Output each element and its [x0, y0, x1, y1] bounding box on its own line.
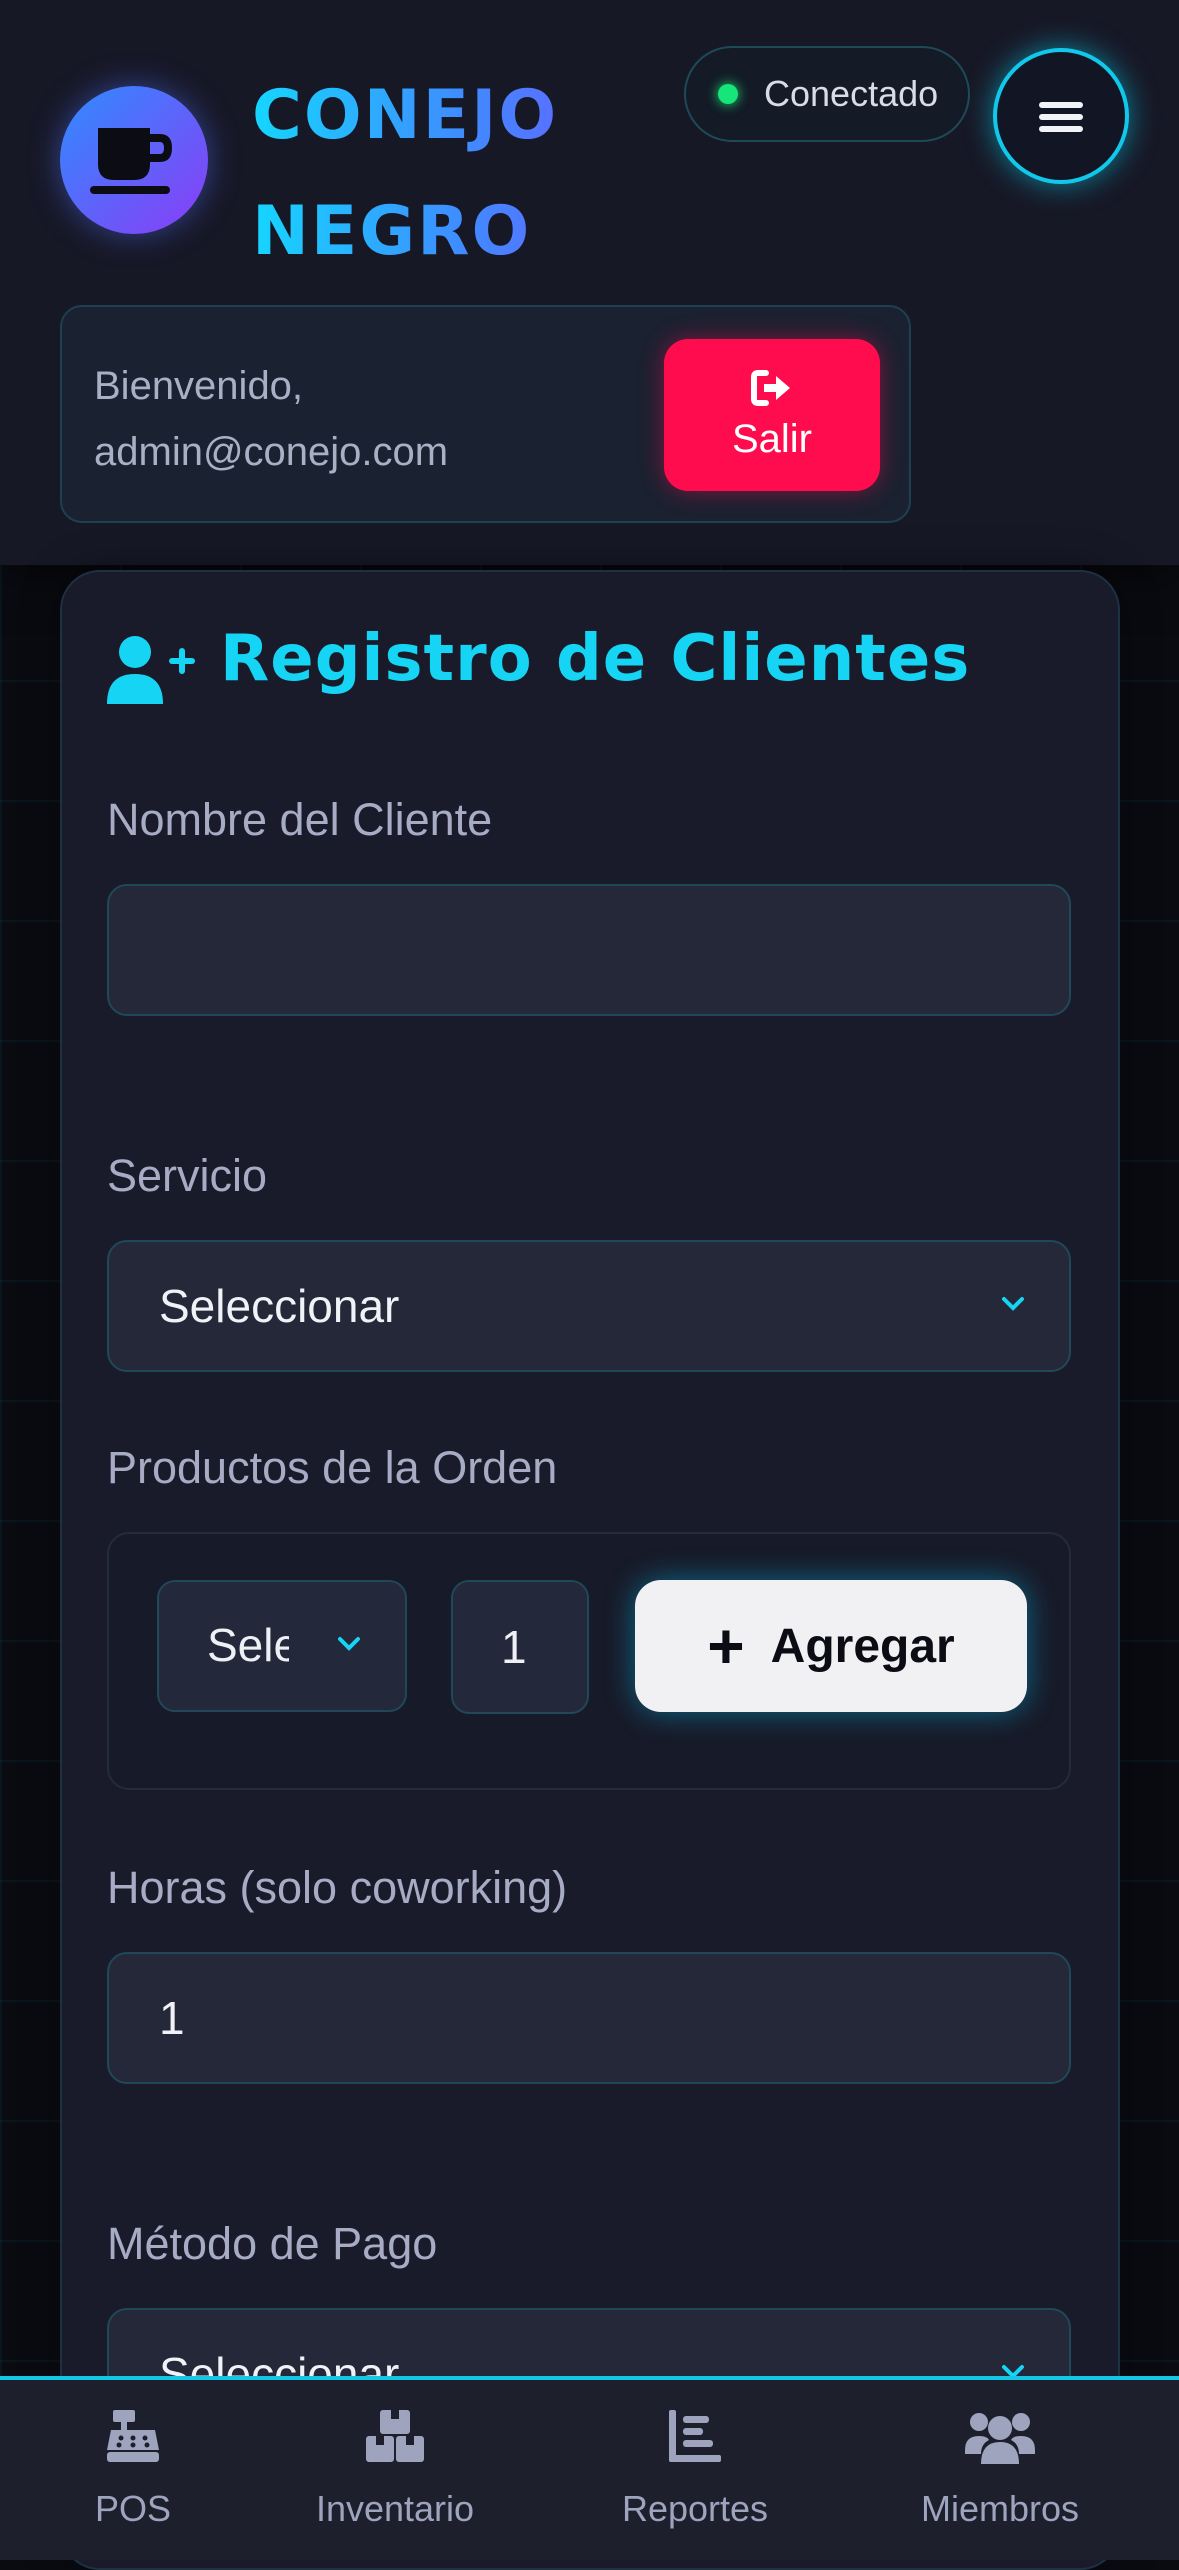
- nav-label-miembros: Miembros: [920, 2488, 1080, 2529]
- add-button-label: Agregar: [770, 1619, 955, 1673]
- service-label: Servicio: [107, 1150, 268, 1201]
- quantity-input[interactable]: 1: [451, 1580, 589, 1714]
- client-name-input[interactable]: [107, 884, 1071, 1016]
- plus-icon: +: [707, 1610, 745, 1682]
- payment-method-label: Método de Pago: [107, 2218, 438, 2269]
- user-plus-icon: [107, 636, 195, 704]
- nav-label-inventario: Inventario: [315, 2488, 475, 2529]
- status-dot-icon: [718, 84, 738, 104]
- chevron-down-icon: [338, 1637, 360, 1651]
- form-title: Registro de Clientes: [220, 622, 971, 696]
- app-header: CONEJO NEGRO Conectado Bienvenido, admin…: [0, 0, 1179, 565]
- cash-register-icon: [107, 2410, 159, 2462]
- bar-chart-icon: [669, 2410, 721, 2462]
- brand-line-2: NEGRO: [252, 192, 532, 271]
- nav-label-reportes: Reportes: [621, 2488, 769, 2529]
- welcome-user-email: admin@conejo.com: [94, 430, 449, 474]
- chevron-down-icon: [1002, 1297, 1024, 1311]
- nav-item-miembros[interactable]: Miembros: [880, 2380, 1120, 2560]
- hours-label: Horas (solo coworking): [107, 1862, 568, 1913]
- welcome-text: Bienvenido, admin@conejo.com: [94, 353, 448, 485]
- logout-label: Salir: [731, 417, 813, 461]
- nav-item-pos[interactable]: POS: [20, 2380, 246, 2560]
- product-select[interactable]: Sele: [157, 1580, 407, 1712]
- product-select-value: Sele: [207, 1619, 289, 1671]
- logout-button[interactable]: Salir: [664, 339, 880, 491]
- connection-status-badge: Conectado: [684, 46, 970, 142]
- menu-button[interactable]: [993, 48, 1129, 184]
- client-registration-card: Registro de Clientes Nombre del Cliente …: [60, 570, 1120, 2570]
- products-label: Productos de la Orden: [107, 1442, 558, 1493]
- sign-out-icon: [751, 370, 790, 406]
- brand-line-1: CONEJO: [252, 76, 559, 155]
- boxes-icon: [366, 2410, 424, 2462]
- welcome-greeting: Bienvenido,: [94, 364, 304, 408]
- service-select-value: Seleccionar: [159, 1280, 400, 1332]
- service-select[interactable]: Seleccionar: [107, 1240, 1071, 1372]
- nav-item-inventario[interactable]: Inventario: [280, 2380, 510, 2560]
- nav-item-reportes[interactable]: Reportes: [580, 2380, 810, 2560]
- client-name-label: Nombre del Cliente: [107, 794, 493, 845]
- connection-status-label: Conectado: [764, 73, 939, 114]
- products-order-box: Sele 1 + Agregar: [107, 1532, 1071, 1790]
- coffee-cup-icon: [60, 86, 208, 234]
- welcome-card: Bienvenido, admin@conejo.com Salir: [60, 305, 911, 523]
- hours-input[interactable]: 1: [107, 1952, 1071, 2084]
- nav-label-pos: POS: [94, 2488, 172, 2529]
- users-icon: [965, 2413, 1035, 2464]
- add-product-button[interactable]: + Agregar: [635, 1580, 1027, 1712]
- bottom-navigation: POS Inventario Reportes Miembros: [0, 2376, 1179, 2560]
- brand-name: CONEJO NEGRO: [252, 58, 632, 290]
